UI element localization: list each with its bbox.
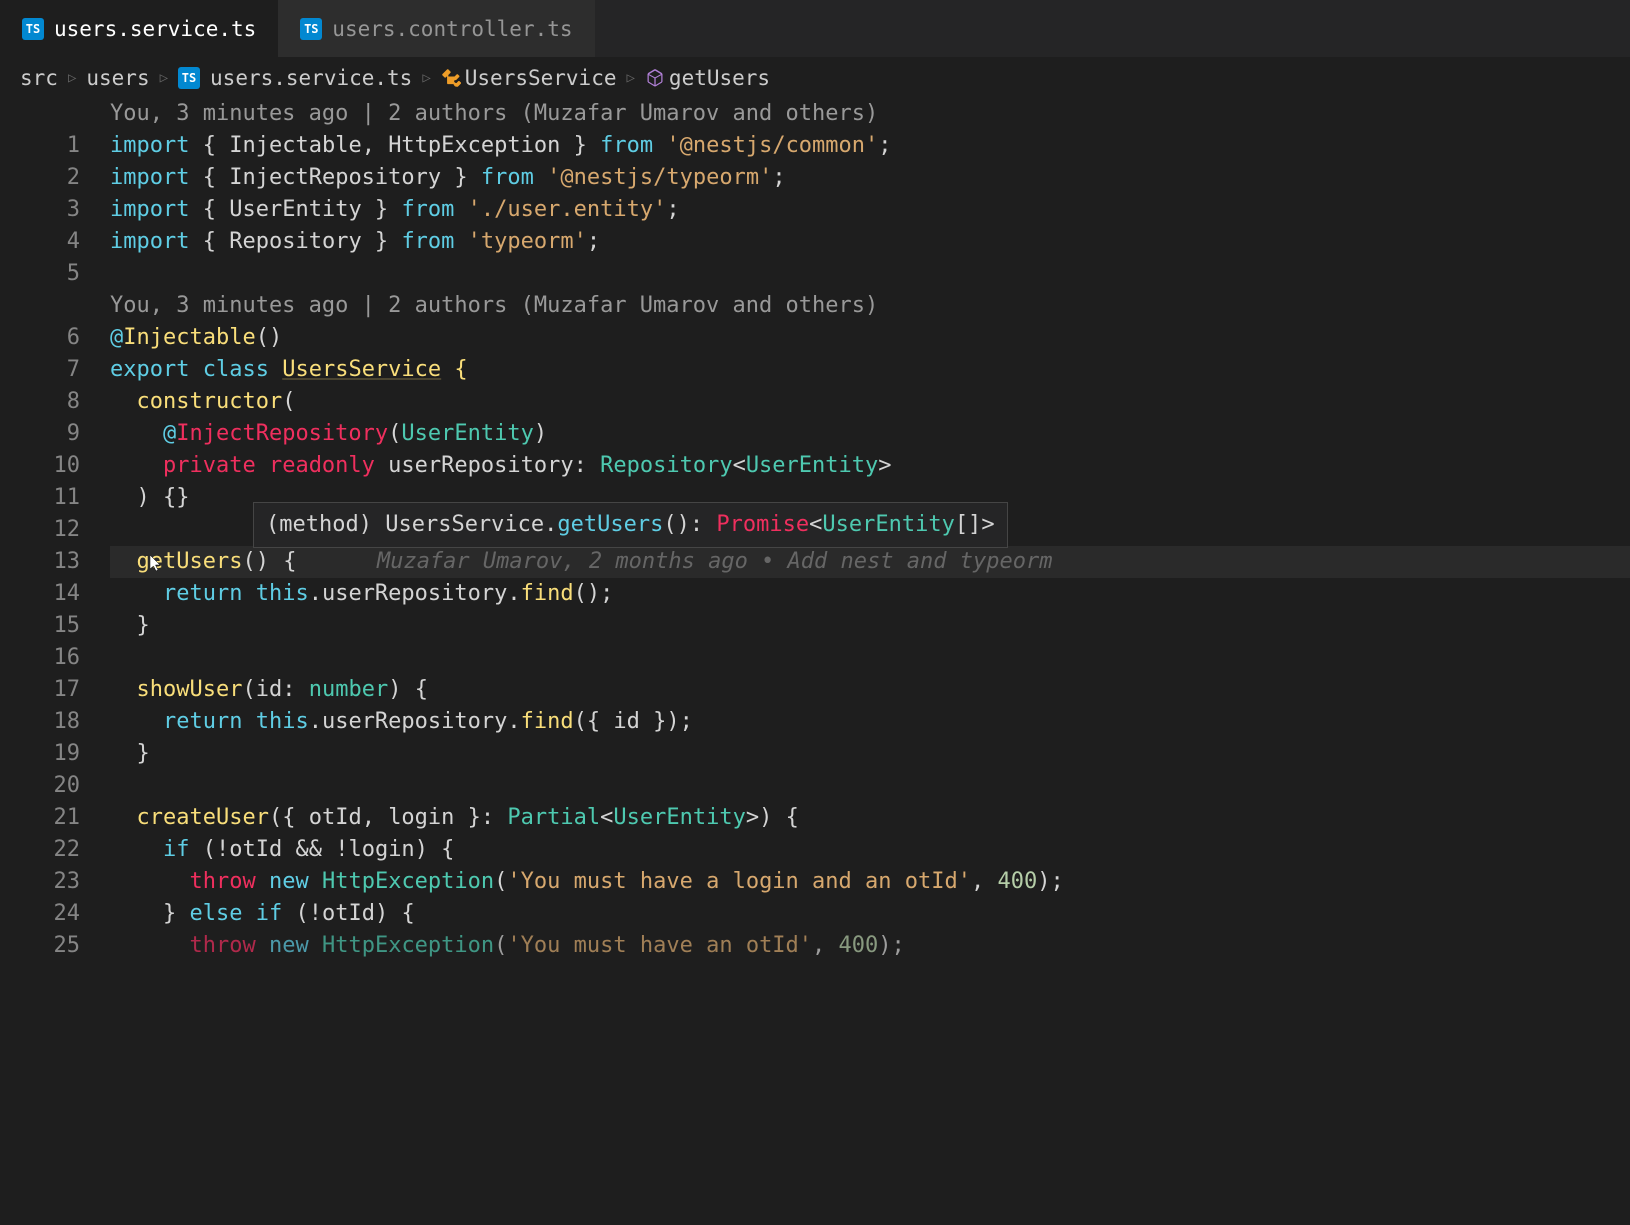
code-line[interactable]: } else if (!otId) { [110,898,1630,930]
code-line[interactable]: import { UserEntity } from './user.entit… [110,194,1630,226]
git-blame-annotation: Muzafar Umarov, 2 months ago • Add nest … [377,549,1053,574]
class-symbol-icon [441,68,461,88]
code-line[interactable]: @Injectable() [110,322,1630,354]
method-symbol-icon [645,68,665,88]
code-line[interactable]: import { Repository } from 'typeorm'; [110,226,1630,258]
code-line[interactable]: throw new HttpException('You must have a… [110,930,1630,962]
editor-tabs: TS users.service.ts TS users.controller.… [0,0,1630,58]
code-line[interactable]: export class UsersService { [110,354,1630,386]
code-line[interactable] [110,642,1630,674]
codelens-authors[interactable]: You, 3 minutes ago | 2 authors (Muzafar … [110,290,1630,322]
breadcrumb-folder[interactable]: src [20,66,58,90]
breadcrumb-file[interactable]: users.service.ts [210,66,412,90]
chevron-right-icon: ▷ [68,70,76,86]
chevron-right-icon: ▷ [626,70,634,86]
tab-users-controller[interactable]: TS users.controller.ts [278,0,594,57]
code-line[interactable] [110,258,1630,290]
code-content[interactable]: You, 3 minutes ago | 2 authors (Muzafar … [110,98,1630,962]
codelens-authors[interactable]: You, 3 minutes ago | 2 authors (Muzafar … [110,98,1630,130]
code-line[interactable]: private readonly userRepository: Reposit… [110,450,1630,482]
ts-icon: TS [178,67,200,89]
code-line[interactable] [110,770,1630,802]
code-line[interactable]: createUser({ otId, login }: Partial<User… [110,802,1630,834]
code-line[interactable]: constructor( [110,386,1630,418]
code-line[interactable]: throw new HttpException('You must have a… [110,866,1630,898]
breadcrumb-folder[interactable]: users [86,66,149,90]
code-line[interactable]: import { Injectable, HttpException } fro… [110,130,1630,162]
breadcrumb[interactable]: src ▷ users ▷ TS users.service.ts ▷ User… [0,58,1630,98]
code-line-active[interactable]: getUsers() { Muzafar Umarov, 2 months ag… [110,546,1630,578]
ts-icon: TS [300,18,322,40]
code-line[interactable]: showUser(id: number) { [110,674,1630,706]
code-line[interactable]: } [110,610,1630,642]
code-line[interactable]: if (!otId && !login) { [110,834,1630,866]
code-editor[interactable]: 1 2 3 4 5 6 7 8 9 10 11 12 13 14 15 16 1… [0,98,1630,962]
breadcrumb-method[interactable]: getUsers [645,66,770,90]
code-line[interactable]: } [110,738,1630,770]
tab-users-service[interactable]: TS users.service.ts [0,0,278,57]
chevron-right-icon: ▷ [160,70,168,86]
tab-label: users.service.ts [54,17,256,41]
breadcrumb-class[interactable]: UsersService [441,66,617,90]
tab-label: users.controller.ts [332,17,572,41]
line-number-gutter: 1 2 3 4 5 6 7 8 9 10 11 12 13 14 15 16 1… [0,98,110,962]
chevron-right-icon: ▷ [422,70,430,86]
ts-icon: TS [22,18,44,40]
code-line[interactable]: return this.userRepository.find({ id }); [110,706,1630,738]
code-line[interactable]: import { InjectRepository } from '@nestj… [110,162,1630,194]
code-line[interactable]: @InjectRepository(UserEntity) [110,418,1630,450]
hover-tooltip: (method) UsersService.getUsers(): Promis… [253,502,1008,548]
code-line[interactable]: return this.userRepository.find(); [110,578,1630,610]
